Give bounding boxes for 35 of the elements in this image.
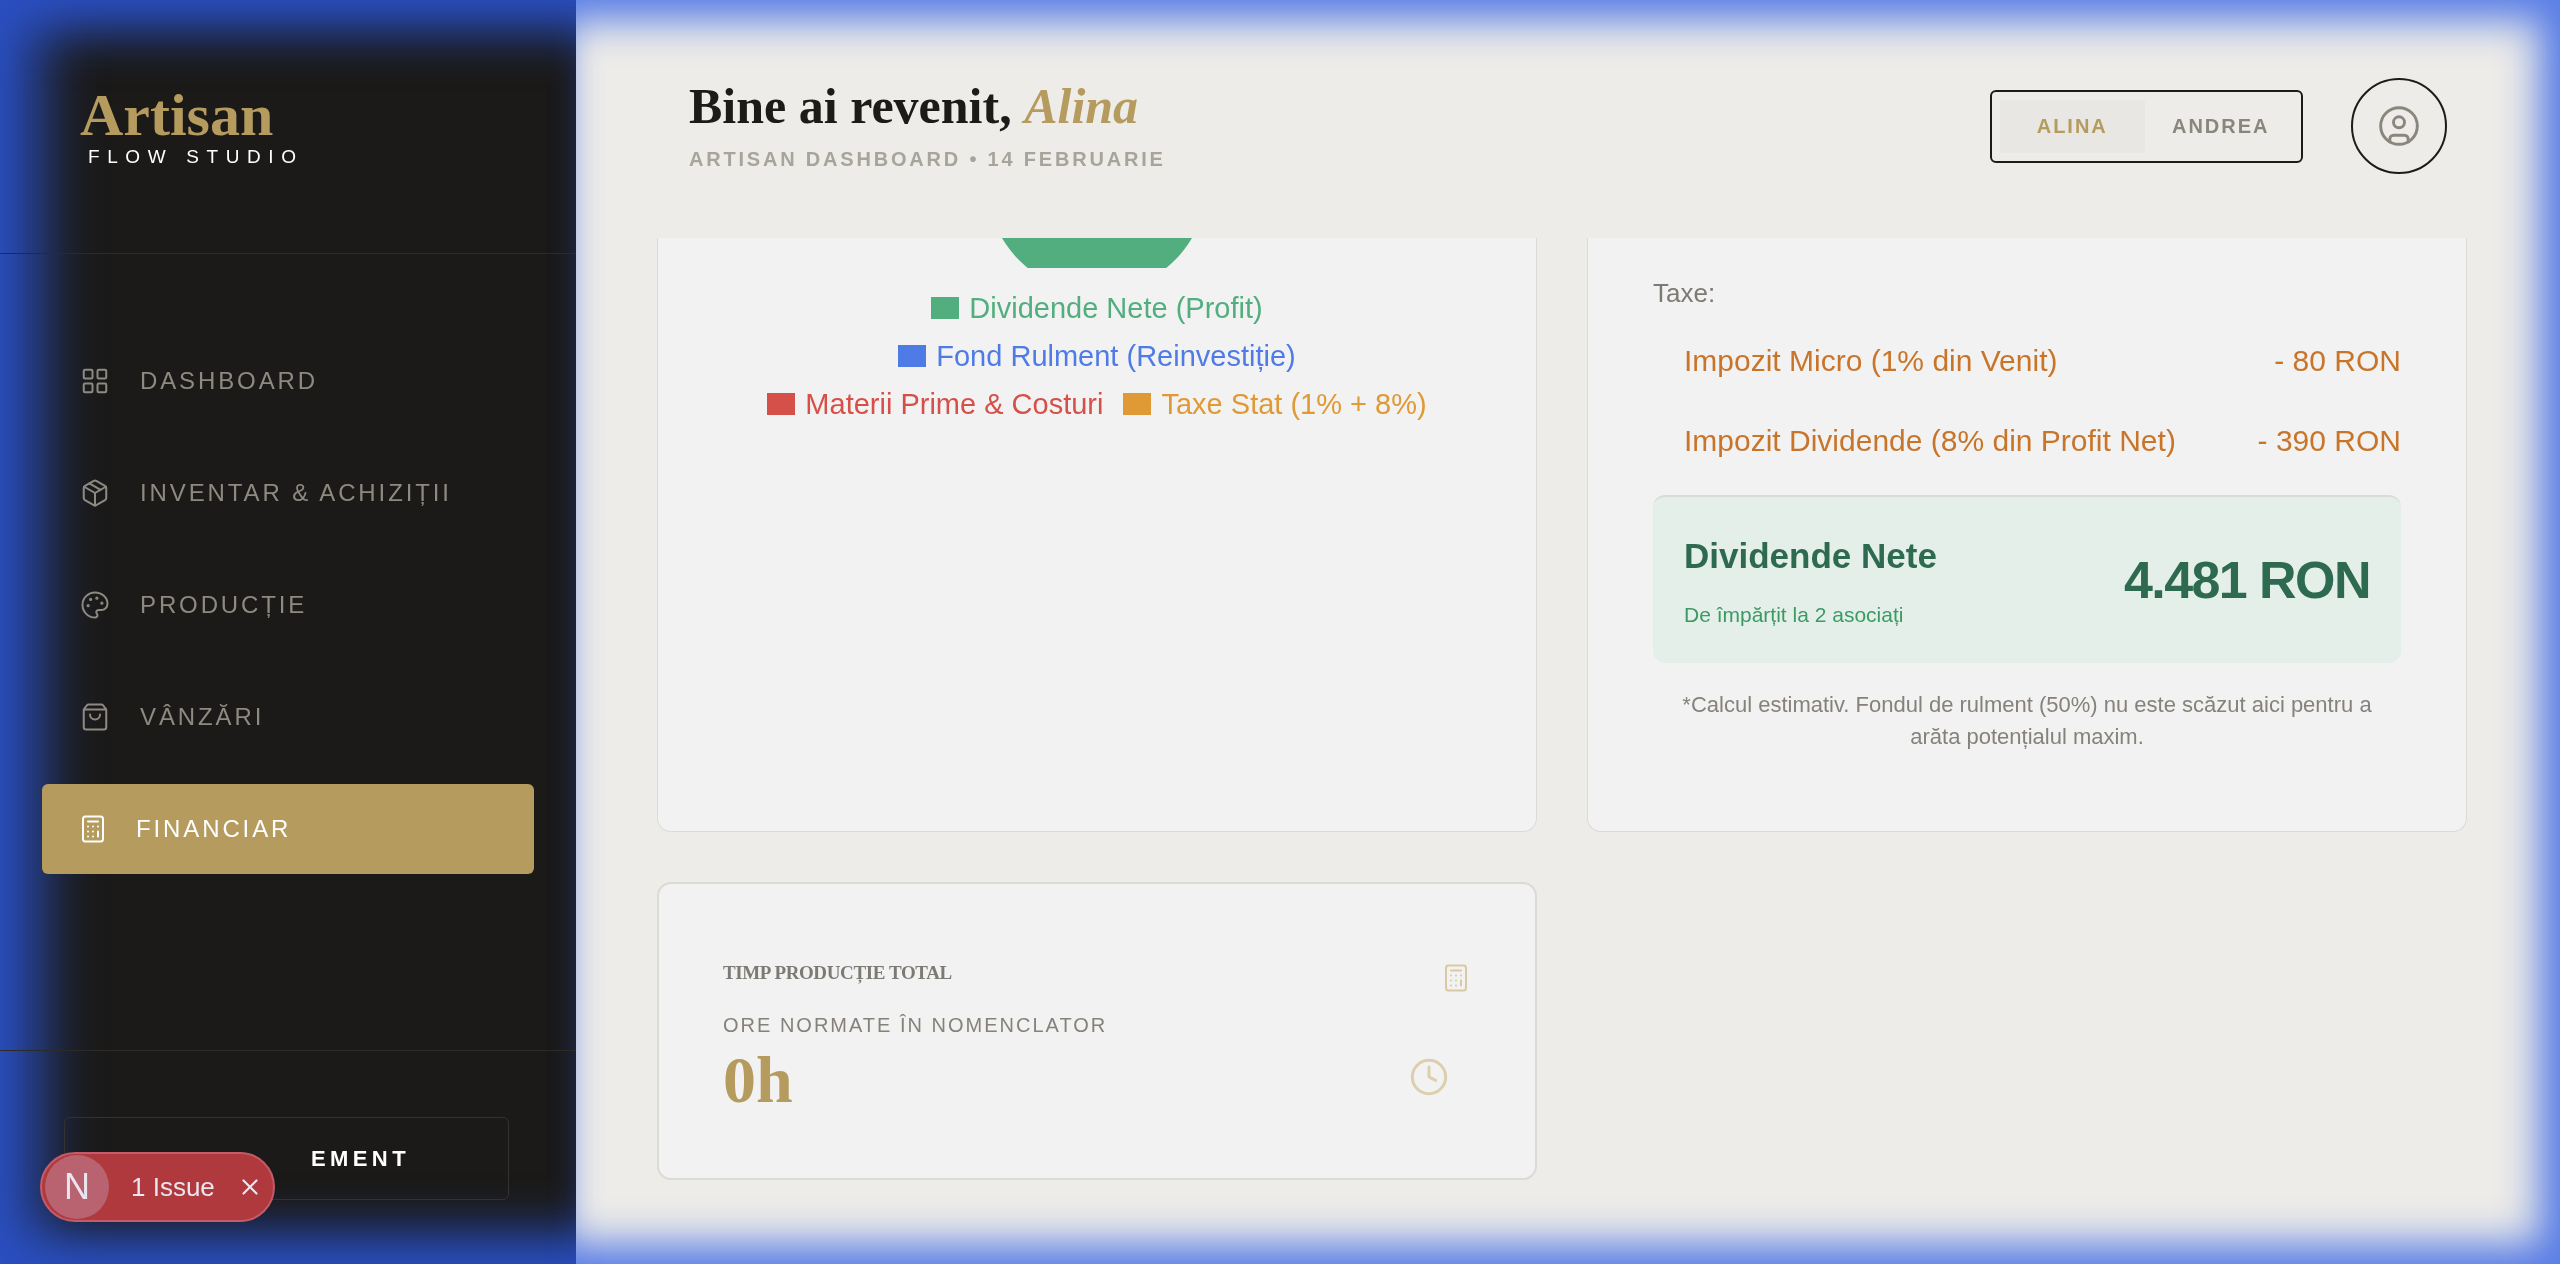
net-dividends-title: Dividende Nete (1684, 535, 1937, 577)
net-dividends-subtitle: De împărțit la 2 asociați (1684, 601, 1905, 628)
bag-icon (80, 702, 110, 732)
user-icon (2377, 104, 2421, 148)
palette-icon (80, 590, 110, 620)
box-icon (80, 478, 110, 508)
tax-amount: - 390 RON (2257, 423, 2401, 459)
tax-label: Impozit Dividende (8% din Profit Net) (1684, 423, 2176, 459)
clock-icon (1409, 1057, 1449, 1097)
next-badge: N (45, 1155, 109, 1219)
user-tab[interactable]: ANDREA (2148, 99, 2293, 153)
tax-amount: - 80 RON (2274, 343, 2401, 379)
nav-item[interactable]: VÂNZĂRI (42, 672, 534, 762)
estimate-note: *Calcul estimativ. Fondul de rulment (50%) nu este scăzut aici pentru a arăta potențialul maxim. (1681, 691, 2373, 751)
grid-icon (80, 366, 110, 396)
taxes-label: Taxe: (1653, 277, 1716, 310)
nav-item[interactable]: DASHBOARD (42, 336, 534, 426)
legend-label: Fond Rulment (Reinvestiție) (936, 339, 1296, 374)
dashboard-subtitle: ARTISAN DASHBOARD • 14 FEBRUARIE (689, 147, 1166, 172)
profile-button[interactable] (2351, 78, 2447, 174)
nav-item[interactable]: INVENTAR & ACHIZIȚII (42, 448, 534, 538)
logo-subtitle: FLOW STUDIO (88, 146, 304, 168)
legend-label: Taxe Stat (1% + 8%) (1161, 387, 1427, 422)
production-subtitle: ORE NORMATE ÎN NOMENCLATOR (723, 1012, 1108, 1038)
legend-label: Dividende Nete (Profit) (969, 291, 1263, 326)
logo-title: Artisan (80, 84, 274, 146)
net-dividends-amount: 4.481 RON (2123, 550, 2370, 611)
tax-label: Impozit Micro (1% din Venit) (1684, 343, 2058, 379)
nav-item[interactable]: PRODUCȚIE (42, 560, 534, 650)
welcome-title: Bine ai revenit, Alina (689, 78, 1140, 134)
issue-toast[interactable]: N 1 Issue (40, 1152, 275, 1222)
production-value: 0h (723, 1043, 794, 1116)
legend-label: Materii Prime & Costuri (805, 387, 1104, 422)
nav-item[interactable]: FINANCIAR (42, 784, 534, 874)
production-title: TIMP PRODUCȚIE TOTAL (723, 961, 953, 986)
